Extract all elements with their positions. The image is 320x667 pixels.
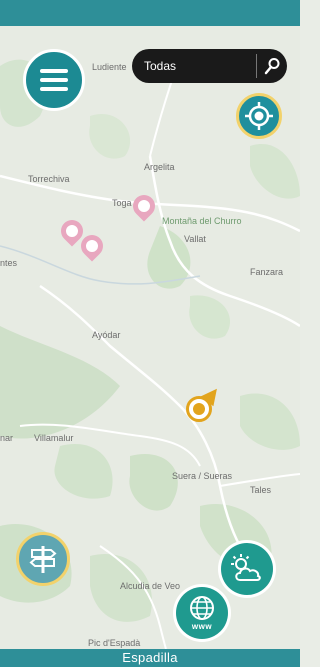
locate-button[interactable] <box>236 93 282 139</box>
current-location-label: Espadilla <box>0 649 300 667</box>
globe-icon <box>190 596 214 620</box>
place-label: Toga <box>112 198 132 208</box>
user-location-marker <box>186 396 212 422</box>
search-bar[interactable] <box>132 49 287 83</box>
search-icon[interactable] <box>257 49 287 83</box>
place-label: ntes <box>0 258 18 268</box>
place-label: nar <box>0 433 14 443</box>
menu-icon <box>40 69 68 91</box>
place-label: Argelita <box>144 162 175 172</box>
place-label: Pic d'Espadà <box>88 638 141 648</box>
place-label: Montaña del Churro <box>162 216 242 226</box>
signpost-icon <box>29 546 57 573</box>
place-label: Vallat <box>184 234 206 244</box>
weather-icon <box>231 554 261 581</box>
menu-button[interactable] <box>23 49 85 111</box>
place-label: Fanzara <box>250 267 284 277</box>
place-label: Alcudia de Veo <box>120 581 181 591</box>
place-label: Torrechiva <box>28 174 70 184</box>
place-label: Tales <box>250 485 272 495</box>
target-icon <box>245 102 273 130</box>
place-label: Villamalur <box>34 433 74 443</box>
place-label: Suera / Sueras <box>172 471 233 481</box>
www-label: www <box>191 622 213 631</box>
search-input[interactable] <box>144 59 256 73</box>
place-label: Ludiente <box>92 62 127 72</box>
top-bar <box>0 0 300 26</box>
weather-button[interactable] <box>221 543 273 595</box>
website-button[interactable]: www <box>176 587 228 639</box>
place-label: Ayódar <box>92 330 121 340</box>
routes-button[interactable] <box>16 532 70 586</box>
